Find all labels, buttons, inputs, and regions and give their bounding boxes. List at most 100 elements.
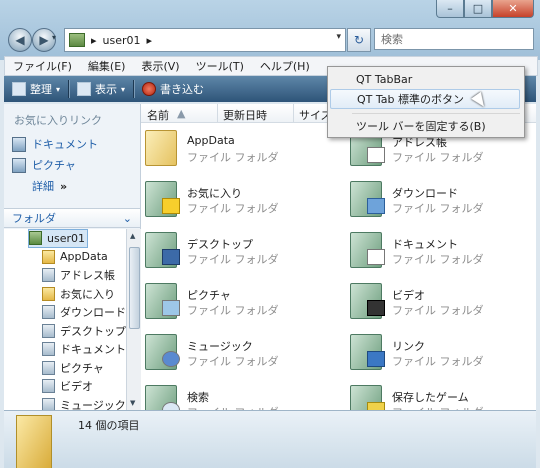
- tree-item-desktop[interactable]: デスクトップ: [4, 322, 126, 341]
- search-input[interactable]: 検索: [374, 28, 534, 50]
- item-name: お気に入り: [187, 187, 242, 200]
- menu-tools[interactable]: ツール(T): [188, 58, 252, 74]
- context-menu-qt-tab-standard-buttons[interactable]: QT Tab 標準のボタン: [330, 89, 520, 109]
- item-type: ファイル フォルダ: [392, 355, 484, 368]
- menu-file[interactable]: ファイル(F): [5, 58, 80, 74]
- folders-title: フォルダ: [12, 212, 56, 225]
- toolbar-context-menu: QT TabBar QT Tab 標準のボタン ツール バーを固定する(B): [327, 66, 525, 138]
- folder-item[interactable]: ピクチャ ファイル フォルダ: [141, 279, 321, 323]
- column-header-name[interactable]: 名前: [147, 107, 169, 123]
- tree-item-label: ピクチャ: [60, 361, 104, 375]
- folder-item[interactable]: ミュージック ファイル フォルダ: [141, 330, 321, 374]
- chevron-down-icon: ⌄: [122, 211, 132, 225]
- tree-item-music[interactable]: ミュージック: [4, 396, 126, 410]
- column-header-modified[interactable]: 更新日時: [223, 107, 267, 123]
- column-divider[interactable]: [293, 104, 294, 122]
- folder-item[interactable]: AppData ファイル フォルダ: [141, 126, 321, 170]
- favorite-link-pictures[interactable]: ピクチャ: [12, 157, 76, 173]
- contacts-icon: [42, 268, 55, 283]
- tree-item-videos[interactable]: ビデオ: [4, 377, 126, 396]
- desktop-folder-icon: [145, 232, 180, 268]
- tree-item-documents[interactable]: ドキュメント: [4, 340, 126, 359]
- document-page-icon: [367, 249, 385, 265]
- item-type: ファイル フォルダ: [392, 304, 484, 317]
- minimize-button[interactable]: –: [436, 0, 464, 18]
- user-folder-icon: [29, 231, 42, 246]
- favorites-star-icon: [145, 181, 180, 217]
- menu-view[interactable]: 表示(V): [133, 58, 187, 74]
- item-name: AppData: [187, 134, 235, 147]
- refresh-button[interactable]: ↻: [347, 28, 371, 52]
- folder-icon: [42, 249, 55, 264]
- breadcrumb-separator[interactable]: ▸: [91, 34, 97, 47]
- close-button[interactable]: ✕: [492, 0, 534, 18]
- tree-item-contacts[interactable]: アドレス帳: [4, 266, 126, 285]
- pictures-icon: [12, 157, 26, 173]
- back-button[interactable]: ◀: [8, 28, 32, 52]
- organize-button[interactable]: 整理 ▾: [4, 78, 68, 100]
- breadcrumb-trail-arrow[interactable]: ▸: [147, 34, 153, 47]
- item-name: ドキュメント: [392, 238, 458, 251]
- chevron-down-icon: ▾: [56, 84, 61, 94]
- tree-scrollbar[interactable]: ▲ ▼: [126, 229, 141, 410]
- folder-item[interactable]: デスクトップ ファイル フォルダ: [141, 228, 321, 272]
- history-dropdown-icon[interactable]: ▾: [52, 33, 56, 42]
- favorite-link-documents[interactable]: ドキュメント: [12, 136, 98, 152]
- burn-disc-icon: [142, 82, 157, 96]
- documents-folder-icon: [350, 232, 385, 268]
- burn-label: 書き込む: [160, 83, 205, 96]
- menu-help[interactable]: ヘルプ(H): [252, 58, 318, 74]
- folder-item[interactable]: ビデオ ファイル フォルダ: [346, 279, 526, 323]
- breadcrumb-user01[interactable]: user01: [103, 34, 141, 47]
- item-type: ファイル フォルダ: [392, 151, 484, 164]
- scrollbar-thumb[interactable]: [129, 247, 140, 329]
- item-name: ダウンロード: [392, 187, 458, 200]
- scroll-down-icon[interactable]: ▼: [130, 399, 135, 407]
- tree-item-favorites[interactable]: お気に入り: [4, 285, 126, 304]
- views-button[interactable]: 表示 ▾: [69, 78, 133, 100]
- folder-tree: user01 AppData アドレス帳 お気に入り ダウンロード デスクトップ…: [4, 229, 126, 410]
- tree-item-label: お気に入り: [60, 287, 115, 301]
- tree-item-user01[interactable]: user01: [28, 229, 88, 248]
- music-icon: [42, 397, 55, 410]
- folder-item[interactable]: 保存したゲーム ファイル フォルダ: [346, 381, 526, 410]
- context-menu-qt-tabbar[interactable]: QT TabBar: [330, 69, 520, 89]
- maximize-button[interactable]: □: [464, 0, 492, 18]
- folder-item[interactable]: 検索 ファイル フォルダ: [141, 381, 321, 410]
- down-arrow-icon: [367, 198, 385, 214]
- trophy-icon: [367, 402, 385, 410]
- tree-item-appdata[interactable]: AppData: [4, 248, 126, 267]
- explorer-window: – □ ✕ ◀ ▶ ▾ ▸ user01 ▸ ▾ ↻ 検索 ファイル(F) 編集…: [0, 0, 540, 468]
- context-menu-lock-toolbars[interactable]: ツール バーを固定する(B): [330, 116, 520, 136]
- menu-edit[interactable]: 編集(E): [80, 58, 134, 74]
- folders-header[interactable]: フォルダ ⌄: [4, 208, 140, 228]
- folder-item[interactable]: お気に入り ファイル フォルダ: [141, 177, 321, 221]
- folder-icon: [16, 415, 52, 468]
- tree-item-label: ドキュメント: [60, 343, 126, 357]
- scroll-up-icon[interactable]: ▲: [130, 232, 135, 240]
- film-strip-icon: [367, 300, 385, 316]
- address-dropdown-icon[interactable]: ▾: [336, 32, 341, 42]
- tree-item-pictures[interactable]: ピクチャ: [4, 359, 126, 378]
- videos-folder-icon: [350, 283, 385, 319]
- tree-item-label: ミュージック: [60, 398, 126, 410]
- folder-item[interactable]: ダウンロード ファイル フォルダ: [346, 177, 526, 221]
- item-name: ミュージック: [187, 340, 253, 353]
- item-type: ファイル フォルダ: [187, 355, 279, 368]
- folder-item[interactable]: リンク ファイル フォルダ: [346, 330, 526, 374]
- address-bar[interactable]: ▸ user01 ▸ ▾: [64, 28, 346, 52]
- item-type: ファイル フォルダ: [187, 253, 279, 266]
- double-chevron-icon: »: [60, 180, 68, 193]
- music-folder-icon: [145, 334, 180, 370]
- folder-item[interactable]: ドキュメント ファイル フォルダ: [346, 228, 526, 272]
- navigation-bar: ◀ ▶ ▾ ▸ user01 ▸ ▾ ↻ 検索: [0, 22, 540, 54]
- column-divider[interactable]: [217, 104, 218, 122]
- tree-item-label: ビデオ: [60, 380, 93, 394]
- file-list: 名前 ▲ 更新日時 サイズ AppData ファイル フォルダ アドレス帳 ファ…: [141, 104, 536, 410]
- item-name: リンク: [392, 340, 425, 353]
- burn-button[interactable]: 書き込む: [134, 78, 212, 100]
- monitor-icon: [162, 249, 180, 265]
- documents-icon: [42, 342, 55, 357]
- more-links[interactable]: 詳細 »: [32, 178, 67, 194]
- tree-item-downloads[interactable]: ダウンロード: [4, 303, 126, 322]
